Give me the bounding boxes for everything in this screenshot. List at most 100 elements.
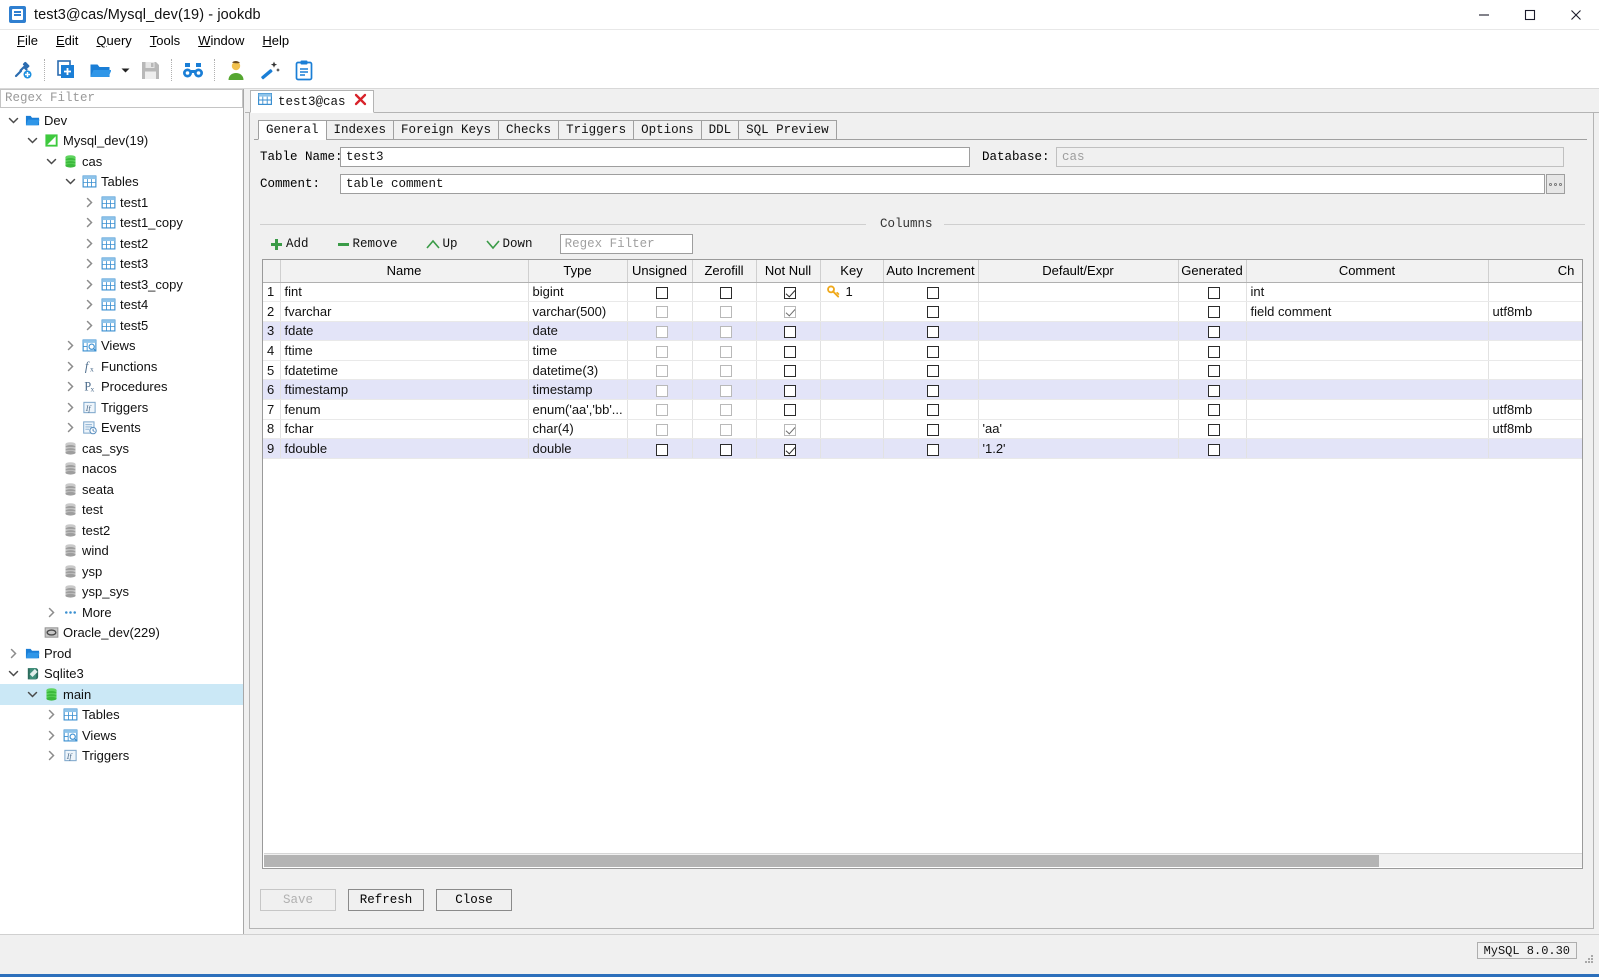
unsigned-cell[interactable] <box>627 419 693 440</box>
chevron-right-icon[interactable] <box>4 648 22 659</box>
maximize-icon[interactable] <box>1507 0 1553 30</box>
chevron-right-icon[interactable] <box>80 279 98 290</box>
checkbox-unchecked[interactable] <box>784 345 796 358</box>
generated-cell[interactable] <box>1178 282 1247 303</box>
tree-node-prod[interactable]: Prod <box>0 643 243 664</box>
notnull-cell[interactable] <box>756 438 821 459</box>
add-column-button[interactable]: Add <box>263 233 316 255</box>
default-expr-cell[interactable]: '1.2' <box>978 438 1179 459</box>
comment-cell[interactable]: int <box>1246 282 1489 303</box>
grid-header-name[interactable]: Name <box>280 260 529 283</box>
generated-cell[interactable] <box>1178 419 1247 440</box>
column-type-cell[interactable]: varchar(500) <box>528 301 628 322</box>
checkbox-unchecked[interactable] <box>1208 384 1220 397</box>
column-name-cell[interactable]: fdouble <box>280 438 529 459</box>
key-cell[interactable] <box>820 321 884 342</box>
save-button[interactable]: Save <box>260 889 336 911</box>
new-connection-icon[interactable] <box>6 55 40 85</box>
menu-help[interactable]: Help <box>253 31 298 51</box>
chevron-right-icon[interactable] <box>80 238 98 249</box>
tab-sql-preview[interactable]: SQL Preview <box>738 120 837 140</box>
checkbox-unchecked[interactable] <box>1208 443 1220 456</box>
grid-header-auto-increment[interactable]: Auto Increment <box>883 260 979 283</box>
default-expr-cell[interactable]: 'aa' <box>978 419 1179 440</box>
row-number[interactable]: 4 <box>263 340 281 361</box>
tab-checks[interactable]: Checks <box>498 120 560 140</box>
checkbox-checked[interactable] <box>784 443 796 456</box>
checkbox-unchecked[interactable] <box>1208 326 1220 339</box>
checkbox-unchecked[interactable] <box>926 326 939 339</box>
checkbox-unchecked[interactable] <box>655 384 668 397</box>
move-up-button[interactable]: Up <box>419 233 465 255</box>
chevron-down-icon[interactable] <box>4 115 22 126</box>
grid-scroll-thumb[interactable] <box>264 855 1379 867</box>
auto-increment-cell[interactable] <box>883 399 979 420</box>
menu-query[interactable]: Query <box>87 31 140 51</box>
generated-cell[interactable] <box>1178 399 1247 420</box>
zerofill-cell[interactable] <box>692 379 757 401</box>
row-number[interactable]: 7 <box>263 399 281 420</box>
checkbox-unchecked[interactable] <box>655 365 668 378</box>
grid-horizontal-scrollbar[interactable] <box>264 853 1582 867</box>
charset-cell[interactable] <box>1488 379 1582 401</box>
unsigned-cell[interactable] <box>627 301 693 322</box>
grid-header-key[interactable]: Key <box>820 260 884 283</box>
notnull-cell[interactable] <box>756 419 821 440</box>
tree-node-test1[interactable]: test1 <box>0 192 243 213</box>
close-tab-icon[interactable] <box>354 93 367 111</box>
row-number[interactable]: 1 <box>263 282 281 303</box>
column-type-cell[interactable]: datetime(3) <box>528 360 628 381</box>
charset-cell[interactable] <box>1488 340 1582 361</box>
tree-node-ysp[interactable]: ysp <box>0 561 243 582</box>
tree-node-test3[interactable]: test3 <box>0 254 243 275</box>
grid-header-comment[interactable]: Comment <box>1246 260 1489 283</box>
generated-cell[interactable] <box>1178 321 1247 342</box>
row-number[interactable]: 8 <box>263 419 281 440</box>
checkbox-checked[interactable] <box>784 286 796 299</box>
column-type-cell[interactable]: time <box>528 340 628 361</box>
checkbox-unchecked[interactable] <box>1208 286 1220 299</box>
column-type-cell[interactable]: double <box>528 438 628 459</box>
zerofill-cell[interactable] <box>692 321 757 342</box>
checkbox-unchecked[interactable] <box>1208 306 1220 319</box>
chevron-right-icon[interactable] <box>61 381 79 392</box>
chevron-right-icon[interactable] <box>80 217 98 228</box>
checkbox-unchecked[interactable] <box>1208 424 1220 437</box>
default-expr-cell[interactable] <box>978 379 1179 401</box>
column-name-cell[interactable]: fvarchar <box>280 301 529 322</box>
auto-increment-cell[interactable] <box>883 301 979 322</box>
checkbox-unchecked[interactable] <box>720 404 732 417</box>
grid-header-rownum[interactable] <box>263 260 281 283</box>
tree-node-triggers[interactable]: If Triggers <box>0 397 243 418</box>
chevron-right-icon[interactable] <box>80 320 98 331</box>
key-cell[interactable] <box>820 340 884 361</box>
comment-cell[interactable] <box>1246 399 1489 420</box>
minimize-icon[interactable] <box>1461 0 1507 30</box>
checkbox-unchecked[interactable] <box>655 443 668 456</box>
checkbox-unchecked[interactable] <box>926 384 939 397</box>
tree-node-cas-sys[interactable]: cas_sys <box>0 438 243 459</box>
charset-cell[interactable]: utf8mb <box>1488 419 1582 440</box>
refresh-button[interactable]: Refresh <box>348 889 424 911</box>
tree-node-test2[interactable]: test2 <box>0 520 243 541</box>
grid-header-ch[interactable]: Ch <box>1488 260 1582 283</box>
comment-cell[interactable] <box>1246 321 1489 342</box>
tree-node-test5[interactable]: test5 <box>0 315 243 336</box>
table-row[interactable]: 2 fvarchar varchar(500) field comment utf8mb <box>263 301 1582 322</box>
tree-node-tables[interactable]: Tables <box>0 705 243 726</box>
auto-increment-cell[interactable] <box>883 321 979 342</box>
checkbox-checked[interactable] <box>784 306 796 319</box>
checkbox-unchecked[interactable] <box>720 443 732 456</box>
tree-node-functions[interactable]: f x Functions <box>0 356 243 377</box>
tree-node-ysp-sys[interactable]: ysp_sys <box>0 582 243 603</box>
auto-increment-cell[interactable] <box>883 282 979 303</box>
zerofill-cell[interactable] <box>692 301 757 322</box>
checkbox-unchecked[interactable] <box>926 404 939 417</box>
tree-filter-input[interactable]: Regex Filter <box>0 89 243 108</box>
tree-node-mysql-dev-19-[interactable]: Mysql_dev(19) <box>0 131 243 152</box>
chevron-right-icon[interactable] <box>80 299 98 310</box>
tree-node-seata[interactable]: seata <box>0 479 243 500</box>
checkbox-unchecked[interactable] <box>784 326 796 339</box>
checkbox-unchecked[interactable] <box>655 345 668 358</box>
auto-increment-cell[interactable] <box>883 360 979 381</box>
